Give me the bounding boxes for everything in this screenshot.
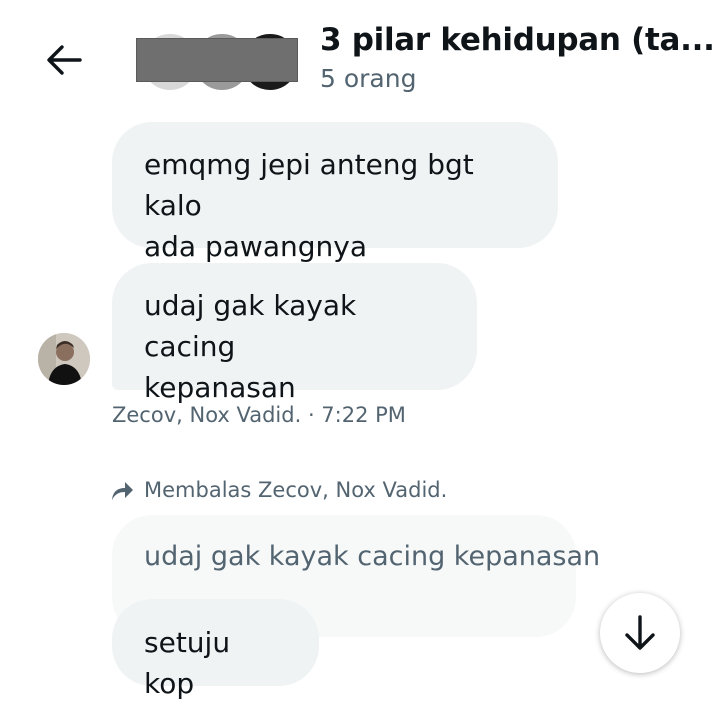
conversation-title[interactable]: 3 pilar kehidupan (ta... xyxy=(320,22,715,58)
scroll-to-bottom-button[interactable] xyxy=(600,593,680,673)
message-text: udaj gak kayak cacing kepanasan xyxy=(144,289,357,404)
message-text: emqmg jepi anteng bgt kalo ada pawangnya xyxy=(144,148,474,263)
back-button[interactable] xyxy=(44,42,84,78)
group-avatars[interactable] xyxy=(134,30,300,92)
reply-context[interactable]: Membalas Zecov, Nox Vadid. xyxy=(110,478,447,502)
sender-avatar[interactable] xyxy=(38,333,90,385)
message-bubble[interactable]: setuju kop xyxy=(112,599,319,700)
message-text: setuju kop xyxy=(144,626,231,700)
person-photo xyxy=(38,333,90,385)
arrow-down-icon xyxy=(625,615,655,650)
redaction-block xyxy=(136,38,298,82)
member-count: 5 orang xyxy=(320,64,417,93)
message-meta: Zecov, Nox Vadid. · 7:22 PM xyxy=(112,403,406,427)
arrow-left-icon xyxy=(47,45,82,75)
message-bubble[interactable]: udaj gak kayak cacing kepanasan xyxy=(112,263,477,404)
quoted-text: udaj gak kayak cacing kepanasan xyxy=(144,541,601,572)
reply-arrow-icon xyxy=(112,482,133,500)
reply-label: Membalas Zecov, Nox Vadid. xyxy=(144,478,448,502)
message-bubble[interactable]: emqmg jepi anteng bgt kalo ada pawangnya xyxy=(112,122,558,263)
